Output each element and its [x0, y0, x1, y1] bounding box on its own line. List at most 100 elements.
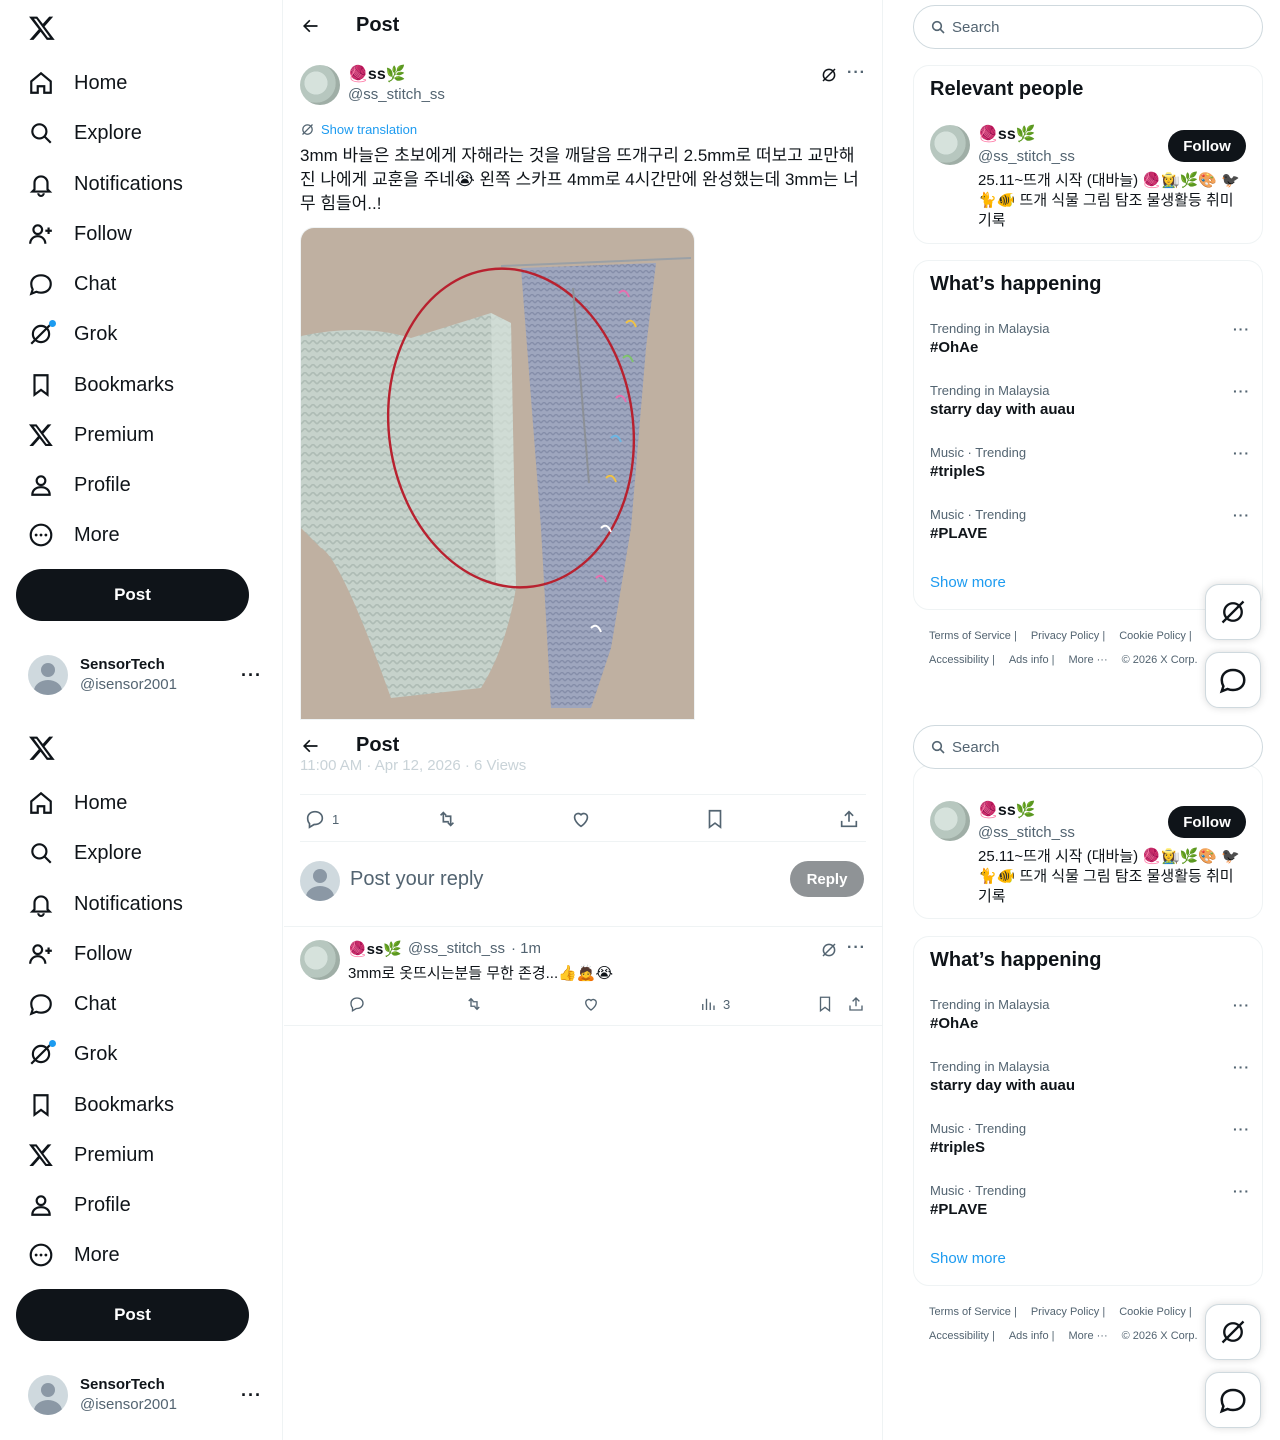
- bookmark-action[interactable]: [704, 808, 726, 830]
- reply-action[interactable]: 1: [304, 808, 339, 830]
- footer-link[interactable]: More ···: [1069, 654, 1108, 666]
- reply-author-name[interactable]: 🧶ss🌿: [348, 940, 402, 958]
- like-action[interactable]: [570, 808, 592, 830]
- nav-item-bookmarks[interactable]: Bookmarks: [16, 1082, 186, 1128]
- reply-post[interactable]: 🧶ss🌿 @ss_stitch_ss · 1m ··· 3mm로 옷뜨시는분들 …: [284, 927, 882, 1026]
- repost-action[interactable]: [465, 995, 483, 1013]
- back-arrow-icon[interactable]: [300, 736, 320, 756]
- more-options-icon[interactable]: ···: [1233, 1059, 1250, 1075]
- back-arrow-icon[interactable]: [300, 16, 320, 36]
- follow-button[interactable]: Follow: [1168, 806, 1246, 838]
- search-input[interactable]: Search: [913, 5, 1263, 49]
- person-name[interactable]: 🧶ss🌿: [978, 124, 1036, 144]
- author-avatar[interactable]: [300, 940, 340, 980]
- share-action[interactable]: [847, 995, 865, 1013]
- share-action[interactable]: [838, 808, 860, 830]
- x-logo-icon[interactable]: [28, 734, 56, 762]
- grok-icon[interactable]: [820, 66, 838, 84]
- person-name[interactable]: 🧶ss🌿: [978, 800, 1036, 820]
- grok-button[interactable]: [1205, 584, 1261, 640]
- more-options-icon[interactable]: ···: [1233, 383, 1250, 399]
- footer-link[interactable]: Cookie Policy |: [1119, 630, 1192, 642]
- footer-link[interactable]: © 2026 X Corp.: [1122, 1330, 1198, 1342]
- footer-link[interactable]: Ads info |: [1009, 1330, 1055, 1342]
- more-options-icon[interactable]: ···: [1233, 507, 1250, 523]
- trend-item[interactable]: Music · Trending #tripleS ···: [930, 1121, 1250, 1156]
- repost-action[interactable]: [436, 808, 458, 830]
- chat-button[interactable]: [1205, 1372, 1261, 1428]
- search-input[interactable]: Search: [913, 725, 1263, 769]
- nav-item-more[interactable]: More: [16, 1232, 132, 1278]
- like-action[interactable]: [582, 995, 600, 1013]
- nav-item-notifications[interactable]: Notifications: [16, 881, 195, 927]
- grok-icon[interactable]: [820, 941, 838, 959]
- more-options-icon[interactable]: ···: [847, 64, 866, 82]
- account-switcher[interactable]: SensorTech @isensor2001 ···: [28, 653, 268, 697]
- author-avatar[interactable]: [300, 65, 340, 105]
- footer-link[interactable]: Terms of Service |: [929, 630, 1017, 642]
- account-switcher[interactable]: SensorTech @isensor2001 ···: [28, 1373, 268, 1417]
- nav-item-profile[interactable]: Profile: [16, 1182, 143, 1228]
- post-button[interactable]: Post: [16, 569, 249, 621]
- more-options-icon[interactable]: ···: [241, 665, 262, 686]
- trend-item[interactable]: Trending in Malaysia starry day with auau…: [930, 383, 1250, 418]
- trend-item[interactable]: Music · Trending #PLAVE ···: [930, 507, 1250, 542]
- nav-item-grok[interactable]: Grok: [16, 1031, 129, 1077]
- bookmark-action[interactable]: [816, 995, 834, 1013]
- avatar[interactable]: [930, 125, 970, 165]
- more-options-icon[interactable]: ···: [1233, 445, 1250, 461]
- footer-link[interactable]: Cookie Policy |: [1119, 1306, 1192, 1318]
- footer-link[interactable]: © 2026 X Corp.: [1122, 654, 1198, 666]
- show-more-link[interactable]: Show more: [930, 574, 1006, 591]
- follow-button[interactable]: Follow: [1168, 130, 1246, 162]
- nav-item-bookmarks[interactable]: Bookmarks: [16, 362, 186, 408]
- reply-time[interactable]: · 1m: [511, 940, 541, 958]
- reply-button[interactable]: Reply: [790, 861, 864, 897]
- reply-action[interactable]: [348, 995, 366, 1013]
- more-options-icon[interactable]: ···: [1233, 321, 1250, 337]
- trend-item[interactable]: Music · Trending #PLAVE ···: [930, 1183, 1250, 1218]
- nav-item-explore[interactable]: Explore: [16, 110, 154, 156]
- footer-link[interactable]: Privacy Policy |: [1031, 1306, 1105, 1318]
- nav-item-grok[interactable]: Grok: [16, 311, 129, 357]
- footer-link[interactable]: Ads info |: [1009, 654, 1055, 666]
- show-more-link[interactable]: Show more: [930, 1250, 1006, 1267]
- nav-item-explore[interactable]: Explore: [16, 830, 154, 876]
- footer-link[interactable]: Privacy Policy |: [1031, 630, 1105, 642]
- nav-item-chat[interactable]: Chat: [16, 261, 128, 307]
- reply-author-handle[interactable]: @ss_stitch_ss: [408, 940, 505, 958]
- x-logo-icon[interactable]: [28, 14, 56, 42]
- avatar[interactable]: [930, 801, 970, 841]
- post-button[interactable]: Post: [16, 1289, 249, 1341]
- more-options-icon[interactable]: ···: [1233, 1183, 1250, 1199]
- nav-item-home[interactable]: Home: [16, 60, 139, 106]
- views-action[interactable]: 3: [699, 995, 730, 1013]
- more-options-icon[interactable]: ···: [847, 939, 866, 957]
- nav-item-more[interactable]: More: [16, 512, 132, 558]
- reply-input[interactable]: Post your reply: [350, 868, 483, 891]
- grok-button[interactable]: [1205, 1304, 1261, 1360]
- trend-item[interactable]: Trending in Malaysia #OhAe ···: [930, 997, 1250, 1032]
- nav-item-follow[interactable]: Follow: [16, 211, 144, 257]
- footer-link[interactable]: Accessibility |: [929, 654, 995, 666]
- nav-item-premium[interactable]: Premium: [16, 1132, 166, 1178]
- author-display-name[interactable]: 🧶ss🌿: [348, 64, 406, 84]
- post-image[interactable]: [300, 227, 695, 720]
- trend-item[interactable]: Trending in Malaysia starry day with auau…: [930, 1059, 1250, 1094]
- footer-link[interactable]: More ···: [1069, 1330, 1108, 1342]
- show-translation-link[interactable]: Show translation: [300, 122, 417, 137]
- person-handle[interactable]: @ss_stitch_ss: [978, 148, 1075, 165]
- more-options-icon[interactable]: ···: [241, 1385, 262, 1406]
- person-handle[interactable]: @ss_stitch_ss: [978, 824, 1075, 841]
- nav-item-chat[interactable]: Chat: [16, 981, 128, 1027]
- more-options-icon[interactable]: ···: [1233, 1121, 1250, 1137]
- nav-item-follow[interactable]: Follow: [16, 931, 144, 977]
- trend-item[interactable]: Trending in Malaysia #OhAe ···: [930, 321, 1250, 356]
- nav-item-profile[interactable]: Profile: [16, 462, 143, 508]
- author-handle[interactable]: @ss_stitch_ss: [348, 86, 445, 103]
- chat-button[interactable]: [1205, 652, 1261, 708]
- nav-item-premium[interactable]: Premium: [16, 412, 166, 458]
- nav-item-home[interactable]: Home: [16, 780, 139, 826]
- nav-item-notifications[interactable]: Notifications: [16, 161, 195, 207]
- trend-item[interactable]: Music · Trending #tripleS ···: [930, 445, 1250, 480]
